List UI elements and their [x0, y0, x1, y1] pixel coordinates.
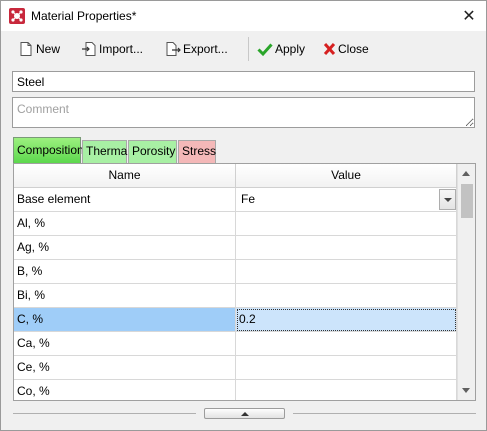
- table-row[interactable]: Ce, %: [14, 356, 457, 380]
- new-label: New: [36, 42, 61, 56]
- vertical-scrollbar[interactable]: [457, 164, 475, 400]
- tab-bar: Composition Thermal Porosity Stress: [13, 137, 313, 163]
- toolbar: New Import... Export... Apply Close: [1, 33, 486, 65]
- close-button[interactable]: Close: [323, 39, 369, 59]
- export-label: Export...: [183, 42, 228, 56]
- scroll-up-icon[interactable]: [462, 171, 470, 176]
- import-label: Import...: [99, 42, 144, 56]
- row-name-cell[interactable]: Base element: [14, 188, 236, 212]
- export-button[interactable]: Export...: [165, 39, 228, 59]
- toolbar-separator: [248, 37, 249, 61]
- row-value-cell[interactable]: 0.2: [236, 308, 457, 332]
- checkmark-icon: [257, 41, 273, 57]
- combobox-field: Fe: [236, 188, 456, 211]
- column-header-name[interactable]: Name: [14, 164, 236, 188]
- table-row[interactable]: B, %: [14, 260, 457, 284]
- apply-label: Apply: [275, 42, 306, 56]
- close-label: Close: [338, 42, 369, 56]
- splitter-line: [293, 413, 476, 414]
- material-properties-dialog: Material Properties* ✕ New Import... Exp…: [0, 0, 487, 431]
- comment-field[interactable]: [12, 97, 475, 128]
- table-row-selected[interactable]: C, % 0.2: [14, 308, 457, 332]
- row-value-cell[interactable]: [236, 212, 457, 236]
- table-row[interactable]: Ca, %: [14, 332, 457, 356]
- row-name-cell[interactable]: Ag, %: [14, 236, 236, 260]
- row-name-cell[interactable]: B, %: [14, 260, 236, 284]
- scroll-down-icon[interactable]: [462, 388, 470, 393]
- row-name-cell[interactable]: Al, %: [14, 212, 236, 236]
- row-value-cell[interactable]: [236, 380, 457, 400]
- window-title: Material Properties*: [31, 9, 137, 23]
- column-header-value[interactable]: Value: [236, 164, 457, 188]
- row-name-cell[interactable]: Co, %: [14, 380, 236, 400]
- import-button[interactable]: Import...: [81, 39, 143, 59]
- scrollbar-thumb[interactable]: [461, 184, 473, 218]
- tab-thermal[interactable]: Thermal: [82, 140, 130, 163]
- row-value-cell[interactable]: [236, 284, 457, 308]
- splitter-line: [13, 413, 196, 414]
- new-document-icon: [18, 41, 34, 57]
- composition-table: Name Value Base element Fe Al, % Ag, % B…: [13, 163, 476, 401]
- import-icon: [81, 41, 97, 57]
- row-name-cell[interactable]: C, %: [14, 308, 236, 332]
- combobox-value: Fe: [241, 192, 256, 206]
- table-row[interactable]: Co, %: [14, 380, 457, 400]
- table-row[interactable]: Ag, %: [14, 236, 457, 260]
- close-icon[interactable]: ✕: [458, 5, 480, 27]
- table-body: Base element Fe Al, % Ag, % B, % Bi, % C…: [14, 188, 457, 400]
- new-button[interactable]: New: [18, 39, 60, 59]
- red-x-icon: [323, 41, 336, 57]
- table-row[interactable]: Bi, %: [14, 284, 457, 308]
- base-element-combobox[interactable]: Fe: [236, 188, 457, 212]
- row-value-cell[interactable]: [236, 236, 457, 260]
- material-app-icon: [9, 8, 25, 24]
- apply-button[interactable]: Apply: [257, 39, 305, 59]
- chevron-down-icon[interactable]: [439, 189, 456, 210]
- tab-stress[interactable]: Stress: [178, 140, 216, 163]
- export-icon: [165, 41, 181, 57]
- row-value-cell[interactable]: [236, 356, 457, 380]
- row-name-cell[interactable]: Ca, %: [14, 332, 236, 356]
- row-name-cell[interactable]: Bi, %: [14, 284, 236, 308]
- title-bar: Material Properties* ✕: [1, 1, 486, 31]
- splitter-expand-handle[interactable]: [204, 408, 285, 419]
- tab-porosity[interactable]: Porosity: [128, 140, 177, 163]
- table-header: Name Value: [14, 164, 457, 188]
- table-row[interactable]: Base element Fe: [14, 188, 457, 212]
- row-name-cell[interactable]: Ce, %: [14, 356, 236, 380]
- table-row[interactable]: Al, %: [14, 212, 457, 236]
- tab-composition[interactable]: Composition: [13, 137, 84, 163]
- row-value-cell[interactable]: [236, 260, 457, 284]
- row-value-cell[interactable]: [236, 332, 457, 356]
- material-name-field[interactable]: [12, 71, 475, 92]
